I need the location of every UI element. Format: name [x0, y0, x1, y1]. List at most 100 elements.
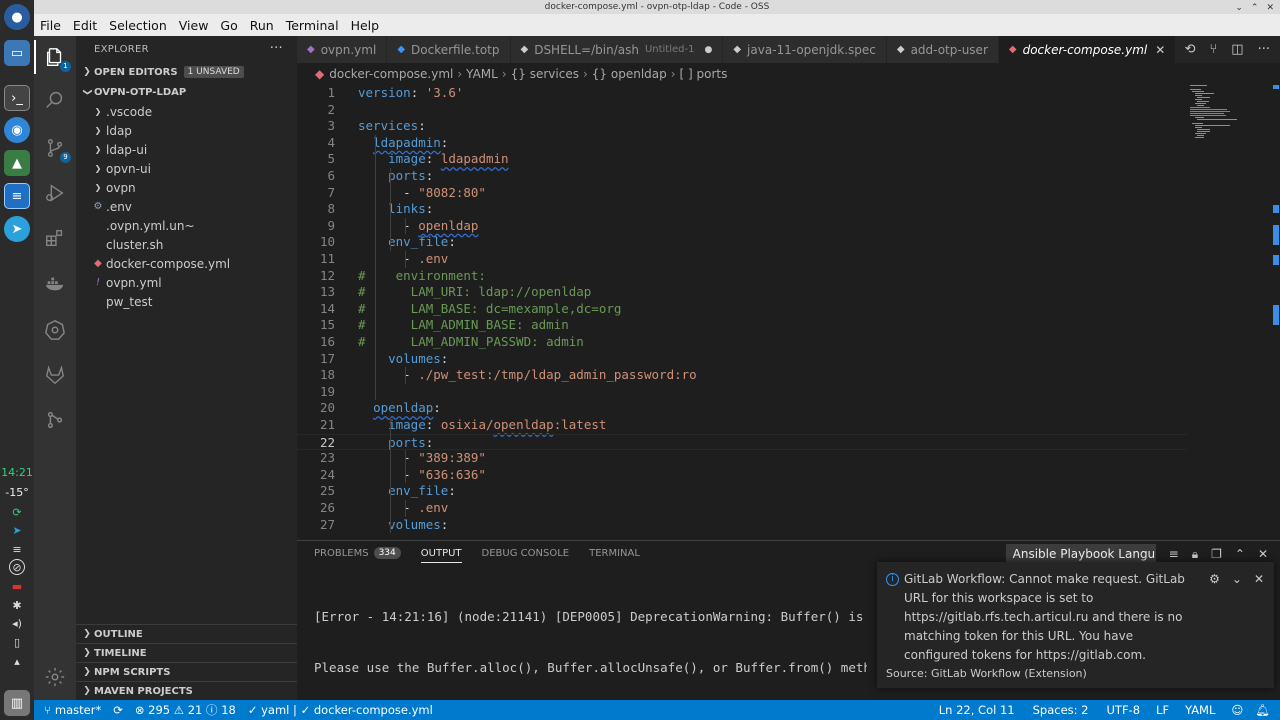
minimize-icon[interactable]: ⌄	[1235, 1, 1243, 15]
code-editor[interactable]: 1 version: '3.6' 2 3 services: 4 ldapadmin: 5 …	[297, 85, 1280, 540]
tree-item-opvn-ui[interactable]: ❯ opvn-ui	[76, 159, 297, 178]
vscode-app-icon[interactable]: ≡	[4, 183, 30, 209]
split-editor-icon[interactable]: ◫	[1231, 42, 1243, 57]
battery-icon[interactable]: ▯	[9, 634, 25, 650]
code-line[interactable]: 14 # LAM_BASE: dc=mexample,dc=org	[297, 301, 1187, 318]
tree-item-pw-test[interactable]: pw_test	[76, 292, 297, 311]
sync-icon[interactable]: ⟳	[107, 703, 129, 717]
steam-icon[interactable]: ⊘	[9, 559, 25, 575]
more-actions-icon[interactable]: ···	[270, 41, 283, 56]
code-line[interactable]: 3 services:	[297, 118, 1187, 135]
kubernetes-icon[interactable]	[43, 318, 67, 342]
output-log[interactable]: [Error - 14:21:16] (node:21141) [DEP0005…	[297, 565, 867, 710]
indentation[interactable]: Spaces: 2	[1027, 703, 1095, 717]
yaml-status[interactable]: ✓ yaml | ✓ docker-compose.yml	[242, 703, 439, 717]
panel-tab-problems[interactable]: PROBLEMS 334	[314, 541, 401, 565]
editor-tab[interactable]: ◆ docker-compose.yml ✕	[998, 36, 1177, 63]
npm-scripts-section[interactable]: ❯ NPM SCRIPTS	[76, 662, 297, 681]
tree-item-docker-compose-yml[interactable]: ◆ docker-compose.yml	[76, 254, 297, 273]
more-actions-icon[interactable]: ···	[1258, 42, 1270, 57]
breadcrumb-services[interactable]: {} services	[511, 67, 579, 81]
tree-item-cluster-sh[interactable]: cluster.sh	[76, 235, 297, 254]
output-channel-select[interactable]: Ansible Playbook Langu ⌄	[1005, 544, 1156, 564]
tree-item-vscode[interactable]: ❯ .vscode	[76, 102, 297, 121]
bluetooth-icon[interactable]: ✱	[9, 597, 25, 613]
code-line[interactable]: 22 ports:	[297, 433, 1187, 451]
notifications-bell-icon[interactable]: 🔔︎	[1249, 703, 1276, 717]
tree-item-ldap[interactable]: ❯ ldap	[76, 121, 297, 140]
menu-run[interactable]: Run	[244, 18, 280, 33]
lock-scroll-icon[interactable]: 🔒︎	[1192, 547, 1198, 562]
breadcrumb-file[interactable]: docker-compose.yml	[329, 67, 453, 81]
code-line[interactable]: 6 ports:	[297, 168, 1187, 185]
scroll-thumb[interactable]	[1273, 85, 1279, 89]
close-tab-icon[interactable]: ✕	[1155, 43, 1165, 57]
code-line[interactable]: 5 image: ldapadmin	[297, 151, 1187, 168]
problems-status[interactable]: ⊗ 295 ⚠ 21 ⓘ 18	[129, 702, 242, 718]
git-graph-action-icon[interactable]: ⑂	[1209, 42, 1217, 57]
panel-tab-output[interactable]: OUTPUT	[420, 541, 462, 565]
editor-scrollbar[interactable]	[1272, 85, 1280, 540]
code-line[interactable]: 4 ldapadmin:	[297, 135, 1187, 152]
language-mode[interactable]: YAML	[1179, 703, 1221, 717]
code-line[interactable]: 1 version: '3.6'	[297, 85, 1187, 102]
feedback-icon[interactable]: ☺	[1225, 703, 1249, 717]
code-line[interactable]: 21 image: osixia/openldap:latest	[297, 417, 1187, 434]
end-of-line[interactable]: LF	[1150, 703, 1175, 717]
gitlab-icon[interactable]	[43, 363, 67, 387]
code-line[interactable]: 17 volumes:	[297, 351, 1187, 368]
search-icon[interactable]	[43, 88, 67, 112]
code-line[interactable]: 2	[297, 102, 1187, 119]
code-line[interactable]: 9 - openldap	[297, 218, 1187, 235]
tree-item-env[interactable]: ⚙ .env	[76, 197, 297, 216]
code-line[interactable]: 19	[297, 384, 1187, 401]
menu-go[interactable]: Go	[214, 18, 243, 33]
code-line[interactable]: 15 # LAM_ADMIN_BASE: admin	[297, 317, 1187, 334]
keyboard-layout-icon[interactable]: ▬	[9, 578, 25, 594]
notification-settings-icon[interactable]: ⚙	[1209, 572, 1220, 586]
tree-item-ovpn-yml[interactable]: ! ovpn.yml	[76, 273, 297, 292]
volume-icon[interactable]: ◂)	[9, 615, 25, 631]
encoding[interactable]: UTF-8	[1101, 703, 1147, 717]
clear-output-icon[interactable]: ≡	[1169, 547, 1179, 561]
outline-section[interactable]: ❯ OUTLINE	[76, 624, 297, 643]
code-line[interactable]: 7 - "8082:80"	[297, 185, 1187, 202]
run-debug-icon[interactable]	[43, 181, 67, 205]
cursor-position[interactable]: Ln 22, Col 11	[933, 703, 1021, 717]
close-notification-icon[interactable]: ✕	[1254, 572, 1264, 586]
tray-arrow-icon[interactable]: ▴	[9, 653, 25, 669]
breadcrumb-ports[interactable]: [ ] ports	[680, 67, 728, 81]
breadcrumb-openldap[interactable]: {} openldap	[592, 67, 667, 81]
code-line[interactable]: 12 # environment:	[297, 268, 1187, 285]
menu-file[interactable]: File	[34, 18, 67, 33]
code-line[interactable]: 24 - "636:636"	[297, 467, 1187, 484]
tree-item-ldap-ui[interactable]: ❯ ldap-ui	[76, 140, 297, 159]
code-line[interactable]: 23 - "389:389"	[297, 450, 1187, 467]
menu-edit[interactable]: Edit	[67, 18, 103, 33]
code-line[interactable]: 11 - .env	[297, 251, 1187, 268]
menu-selection[interactable]: Selection	[103, 18, 173, 33]
code-line[interactable]: 20 openldap:	[297, 400, 1187, 417]
chevron-down-icon[interactable]: ⌄	[1232, 572, 1242, 586]
code-line[interactable]: 8 links:	[297, 201, 1187, 218]
git-graph-icon[interactable]	[43, 408, 67, 432]
code-line[interactable]: 25 env_file:	[297, 483, 1187, 500]
trash-icon[interactable]: ▥	[4, 690, 30, 716]
code-line[interactable]: 10 env_file:	[297, 234, 1187, 251]
docker-icon[interactable]	[43, 272, 67, 296]
editor-tab[interactable]: ◆ ovpn.yml	[297, 36, 388, 63]
settings-gear-icon[interactable]	[43, 665, 67, 689]
open-changes-icon[interactable]: ⟲	[1185, 42, 1196, 57]
terminal-app-icon[interactable]: ›_	[4, 85, 30, 111]
image-viewer-icon[interactable]: ▲	[4, 150, 30, 176]
code-line[interactable]: 18 - ./pw_test:/tmp/ldap_admin_password:…	[297, 367, 1187, 384]
branch-status[interactable]: ⑂ master*	[34, 703, 107, 717]
close-window-icon[interactable]: ✕	[1266, 1, 1274, 15]
close-panel-icon[interactable]: ✕	[1258, 547, 1268, 561]
file-manager-icon[interactable]: ▭	[4, 40, 30, 66]
open-editors-section[interactable]: ❯ OPEN EDITORS 1 UNSAVED	[76, 62, 297, 82]
explorer-icon[interactable]: 1	[43, 45, 71, 72]
code-line[interactable]: 27 volumes:	[297, 517, 1187, 534]
maximize-icon[interactable]: ⌃	[1251, 1, 1259, 15]
editor-tab[interactable]: ◆ DSHELL=/bin/ash Untitled-1 ●	[510, 36, 724, 63]
